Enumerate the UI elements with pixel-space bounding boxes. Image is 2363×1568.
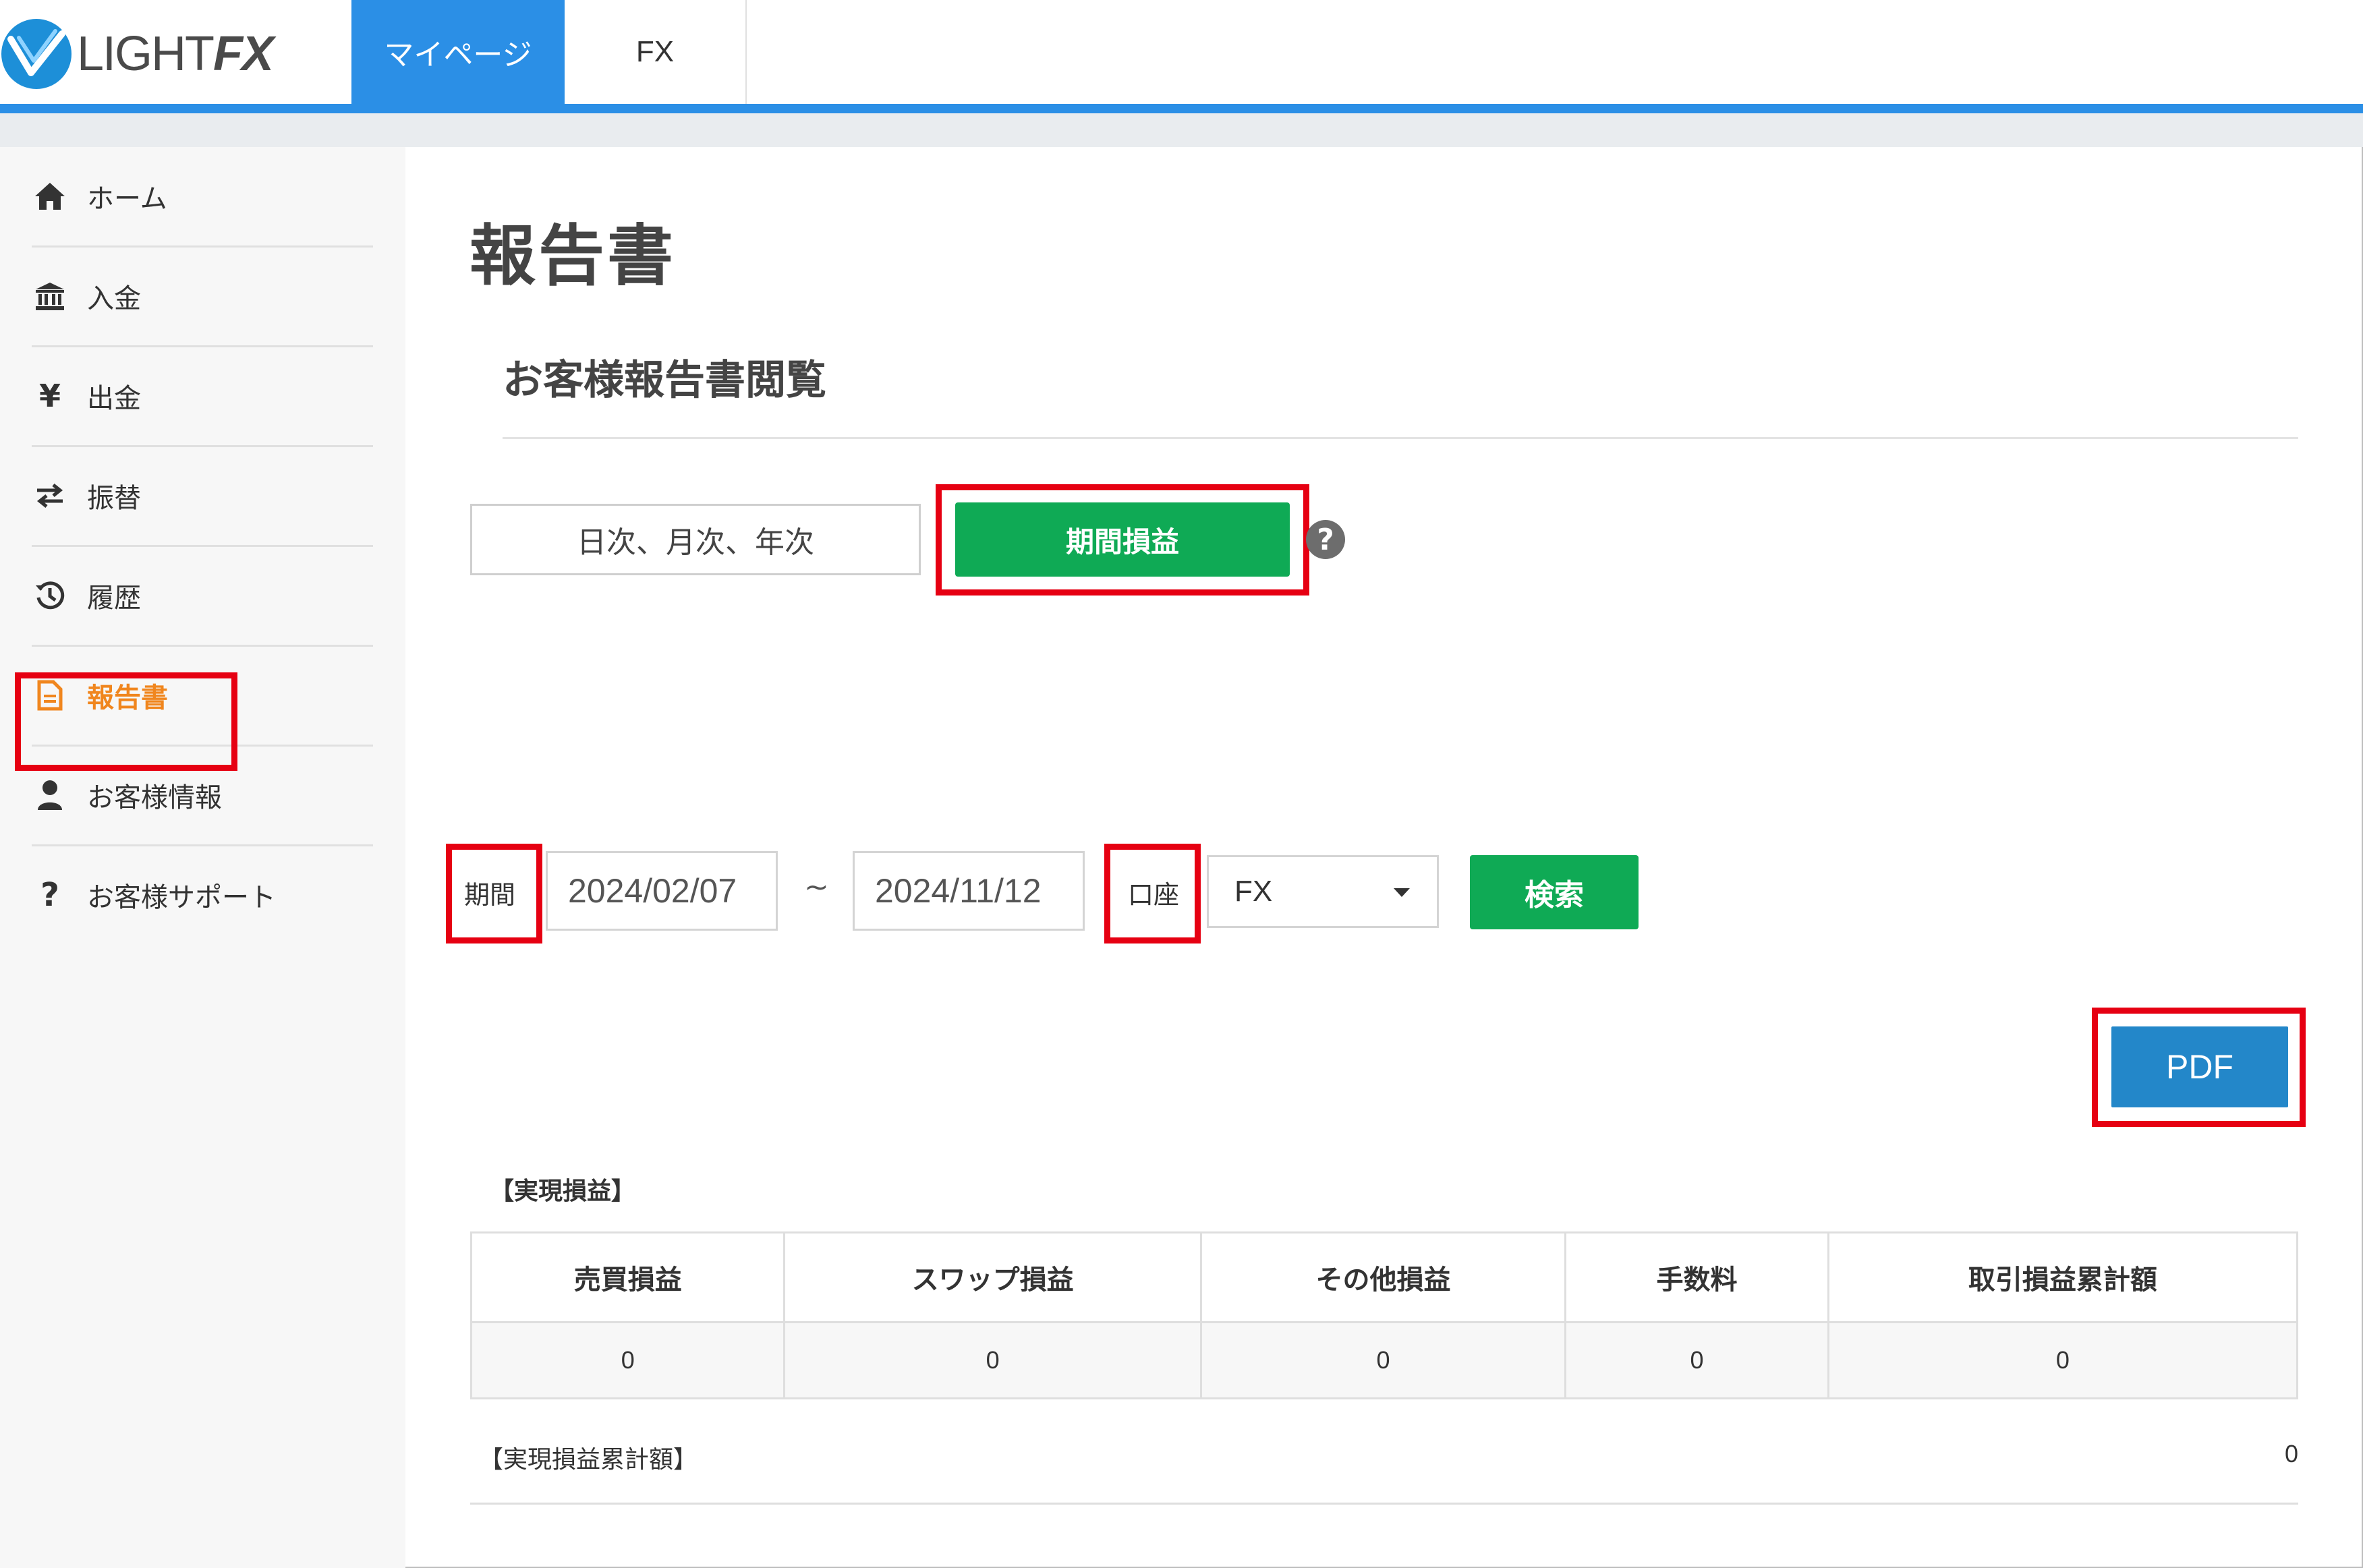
col-other-pl: その他損益 — [1199, 1231, 1567, 1323]
table-cell: 0 — [1564, 1321, 1829, 1399]
sidebar-item-label: 出金 — [87, 383, 141, 414]
highlight-report-menu — [15, 672, 237, 771]
highlight-pdf-button — [2092, 1008, 2306, 1127]
date-to-input[interactable] — [853, 851, 1085, 931]
logo-fx: FX — [213, 27, 274, 81]
section-title: お客様報告書閲覧 — [503, 357, 826, 404]
account-select-value: FX — [1234, 875, 1273, 908]
history-icon — [32, 577, 68, 614]
search-button[interactable]: 検索 — [1470, 855, 1639, 929]
logo-mark-icon — [1, 19, 72, 89]
top-header: LIGHTFX マイページ FX — [0, 0, 2363, 104]
table-cell: 0 — [469, 1321, 786, 1399]
sidebar-item-transfer[interactable]: 振替 — [32, 446, 373, 547]
sidebar-item-label: お客様情報 — [87, 782, 222, 813]
sidebar-item-history[interactable]: 履歴 — [32, 546, 373, 647]
table-row: 0 0 0 0 0 — [469, 1321, 2299, 1399]
sidebar-item-label: 入金 — [87, 283, 141, 314]
transfer-icon — [32, 477, 68, 514]
header-accent-bar — [0, 104, 2363, 113]
realized-pl-table: 売買損益 スワップ損益 その他損益 手数料 取引損益累計額 0 0 0 0 0 — [469, 1231, 2299, 1399]
sidebar-item-deposit[interactable]: 入金 — [32, 247, 373, 347]
sidebar-item-label: ホーム — [87, 183, 167, 214]
col-swap-pl: スワップ損益 — [783, 1231, 1202, 1323]
page-title: 報告書 — [469, 218, 677, 295]
sidebar-item-label: 振替 — [87, 483, 141, 514]
tab-mypage[interactable]: マイページ — [351, 0, 565, 104]
daily-monthly-yearly-button[interactable]: 日次、月次、年次 — [470, 504, 921, 575]
highlight-period-pl — [936, 484, 1309, 596]
tab-fx[interactable]: FX — [565, 0, 747, 104]
cumulative-divider — [470, 1503, 2298, 1505]
yen-icon: ¥ — [38, 378, 61, 414]
tab-mypage-label: マイページ — [384, 38, 532, 71]
table-header-row: 売買損益 スワップ損益 その他損益 手数料 取引損益累計額 — [469, 1231, 2299, 1323]
bank-icon — [32, 278, 68, 314]
sidebar: ホーム 入金 ¥ 出金 振替 履歴 報告書 お客様情報 ? お客様サポート — [0, 147, 405, 1568]
col-fees: 手数料 — [1564, 1231, 1829, 1323]
account-select[interactable]: FX — [1207, 855, 1439, 928]
caret-down-icon — [1394, 888, 1410, 897]
cumulative-pl-value: 0 — [2284, 1440, 2298, 1468]
brand-logo[interactable]: LIGHTFX — [0, 13, 274, 94]
user-icon — [32, 777, 68, 813]
logo-text: LIGHTFX — [77, 26, 274, 82]
header-subbar — [0, 113, 2363, 147]
cumulative-pl-label: 【実現損益累計額】 — [479, 1446, 698, 1474]
table-cell: 0 — [783, 1321, 1202, 1399]
sidebar-item-home[interactable]: ホーム — [32, 147, 373, 248]
sidebar-item-label: お客様サポート — [87, 882, 276, 913]
section-divider — [503, 437, 2298, 439]
sidebar-item-support[interactable]: ? お客様サポート — [32, 846, 373, 944]
realized-pl-label: 【実現損益】 — [490, 1178, 636, 1205]
highlight-account-label — [1104, 844, 1201, 943]
sidebar-item-label: 履歴 — [87, 583, 141, 614]
help-icon[interactable]: ? — [1306, 520, 1345, 559]
table-cell: 0 — [1827, 1321, 2299, 1399]
logo-light: LIGHT — [77, 27, 215, 81]
highlight-period-label — [446, 844, 542, 943]
date-from-input[interactable] — [546, 851, 778, 931]
table-cell: 0 — [1199, 1321, 1567, 1399]
home-icon — [32, 178, 68, 214]
question-icon: ? — [40, 876, 59, 914]
tab-fx-label: FX — [635, 35, 675, 68]
col-cumulative-pl: 取引損益累計額 — [1827, 1231, 2299, 1323]
date-separator: ~ — [804, 870, 829, 904]
col-trading-pl: 売買損益 — [469, 1231, 786, 1323]
sidebar-item-withdraw[interactable]: ¥ 出金 — [32, 347, 373, 447]
